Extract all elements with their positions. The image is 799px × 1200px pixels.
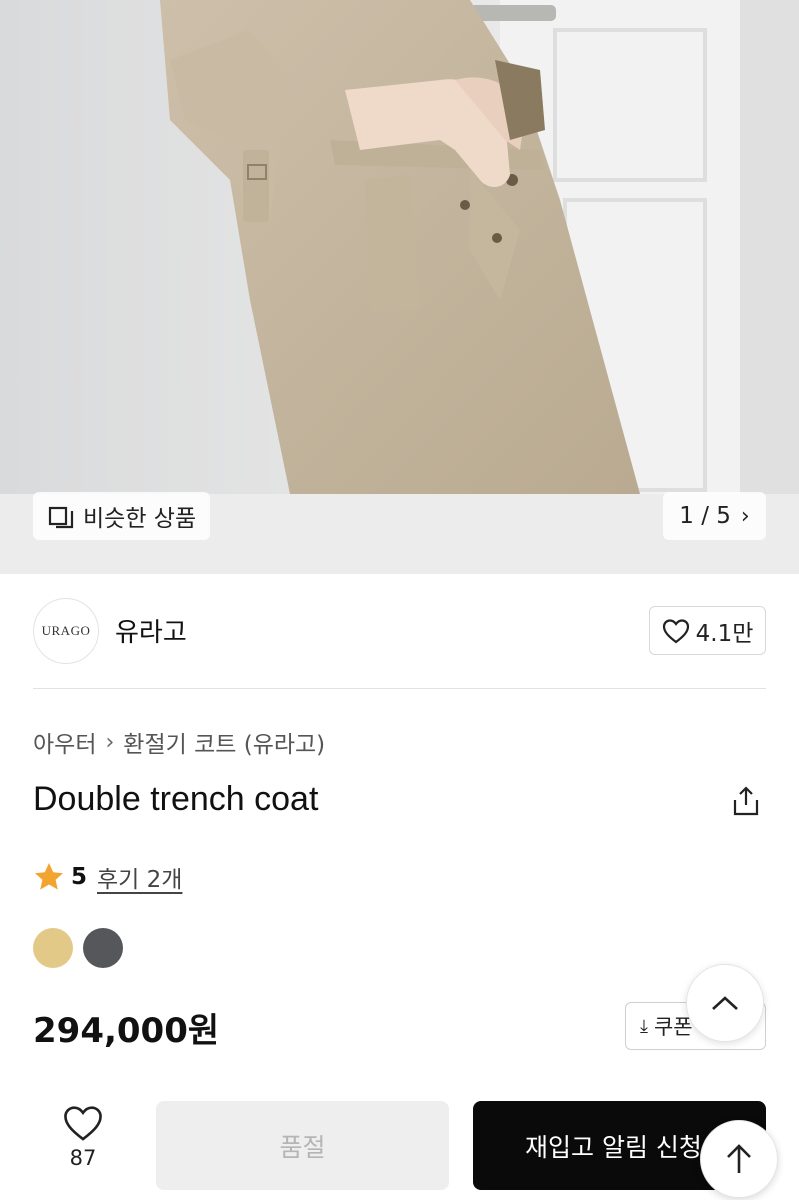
color-swatch-charcoal[interactable] — [83, 928, 123, 968]
reviews-link[interactable]: 후기 2개 — [97, 860, 182, 894]
chevron-right-icon: › — [105, 729, 115, 755]
wishlist-count: 87 — [69, 1146, 97, 1170]
download-icon: ⤓ — [640, 1015, 648, 1037]
image-pager[interactable]: 1 / 5 › — [663, 492, 766, 540]
rating-row: 5 후기 2개 — [33, 860, 182, 894]
scroll-up-button[interactable] — [686, 964, 764, 1042]
divider — [33, 688, 766, 689]
product-price: 294,000원 — [33, 1011, 220, 1051]
product-photo — [0, 0, 799, 574]
brand-logo-text: URAGO — [41, 623, 91, 638]
chevron-right-icon: › — [740, 503, 750, 529]
chevron-up-icon — [712, 996, 738, 1010]
breadcrumb: 아우터 › 환절기 코트 (유라고) — [33, 725, 325, 759]
color-swatch-beige[interactable] — [33, 928, 73, 968]
brand-like-button[interactable]: 4.1만 — [649, 606, 766, 655]
brand-logo[interactable]: URAGO — [33, 598, 99, 664]
similar-products-label: 비슷한 상품 — [83, 506, 197, 532]
star-icon — [35, 863, 63, 890]
scroll-to-top-button[interactable] — [700, 1120, 778, 1198]
heart-outline-icon — [64, 1106, 102, 1141]
product-image-carousel[interactable] — [0, 0, 799, 574]
image-counter: 1 / 5 — [679, 503, 731, 529]
soldout-button: 품절 — [156, 1101, 449, 1190]
breadcrumb-item-category[interactable]: 환절기 코트 (유라고) — [123, 725, 325, 759]
similar-products-button[interactable]: 비슷한 상품 — [33, 492, 211, 540]
heart-outline-icon — [662, 618, 689, 643]
wishlist-button[interactable]: 87 — [52, 1104, 114, 1170]
similar-products-icon — [48, 506, 74, 529]
coupon-label: 쿠폰 — [653, 1015, 693, 1039]
rating-score: 5 — [71, 864, 88, 890]
brand-like-count: 4.1만 — [695, 620, 754, 647]
share-icon[interactable] — [729, 784, 763, 818]
product-title: Double trench coat — [33, 780, 319, 818]
brand-name[interactable]: 유라고 — [115, 612, 187, 649]
arrow-up-icon — [727, 1144, 751, 1173]
breadcrumb-item-outer[interactable]: 아우터 — [33, 725, 96, 759]
